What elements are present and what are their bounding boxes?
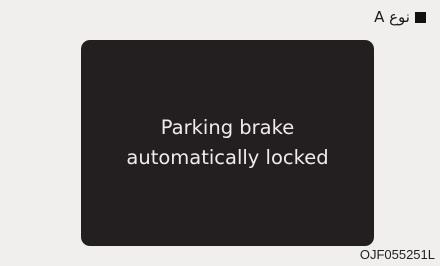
filled-square-icon (415, 11, 426, 23)
cluster-display-panel: Parking brake automatically locked (81, 40, 374, 246)
warning-message-line-1: Parking brake (160, 116, 295, 139)
type-label: نوع A (374, 8, 426, 26)
type-label-text: نوع A (374, 8, 410, 26)
image-reference-code: OJF055251L (359, 247, 435, 262)
warning-message-line-2: automatically locked (126, 146, 329, 169)
